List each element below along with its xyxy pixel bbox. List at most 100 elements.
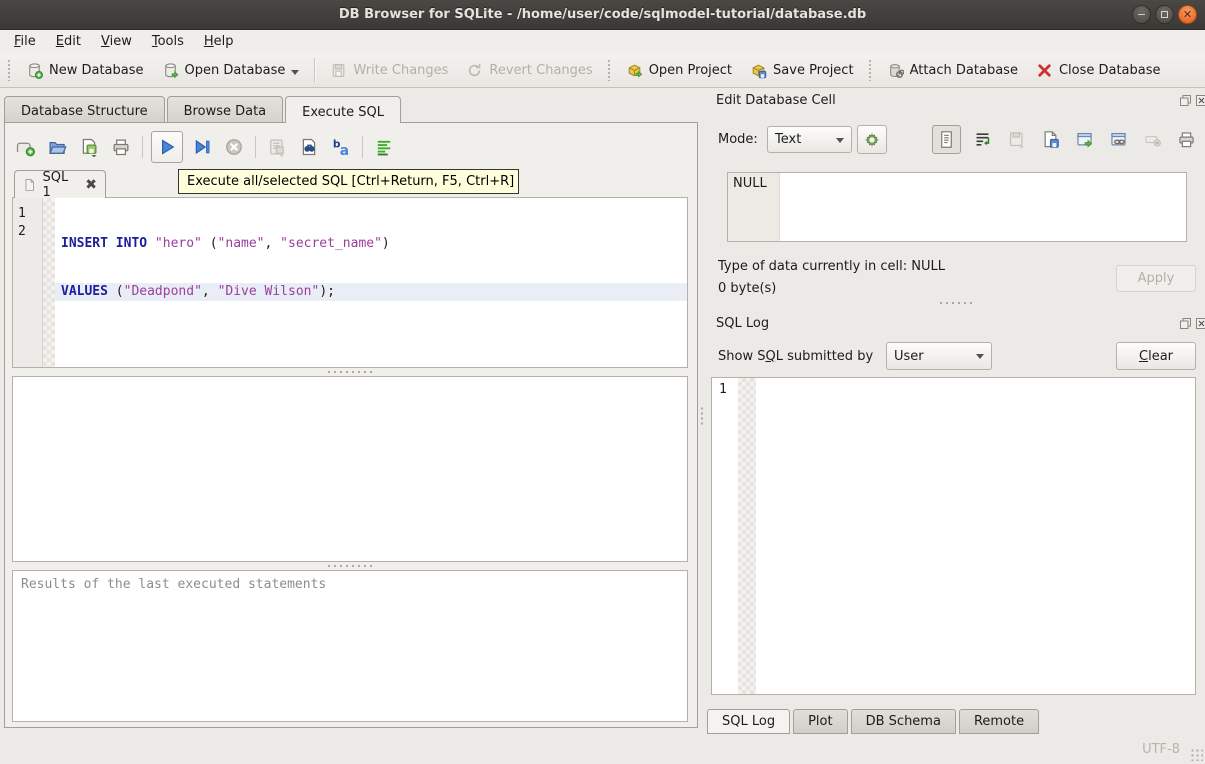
gear-icon xyxy=(863,131,881,149)
resize-grip[interactable] xyxy=(1190,748,1203,761)
menu-file[interactable]: File xyxy=(4,30,46,53)
label: elp xyxy=(214,34,234,49)
tab-browse-data[interactable]: Browse Data xyxy=(167,96,284,122)
print-cell-button[interactable] xyxy=(1174,127,1199,152)
sql-string: "name" xyxy=(218,236,265,251)
close-tab-icon[interactable]: ✖ xyxy=(85,177,97,193)
export-data-button[interactable] xyxy=(1072,127,1097,152)
label: H xyxy=(204,34,214,49)
cell-value-editor[interactable]: NULL xyxy=(727,172,1187,242)
import-data-button[interactable] xyxy=(1038,127,1063,152)
save-project-icon xyxy=(750,62,767,79)
save-results-icon xyxy=(267,137,287,157)
execute-all-button[interactable] xyxy=(151,131,183,163)
log-margin xyxy=(738,378,756,694)
mode-label: Mode: xyxy=(718,132,758,147)
dock-tab-plot[interactable]: Plot xyxy=(793,709,848,734)
execute-all-icon xyxy=(157,137,177,157)
code-area[interactable]: INSERT INTO "hero" ("name", "secret_name… xyxy=(55,198,687,367)
save-project-button[interactable]: Save Project xyxy=(743,58,861,83)
toolbar-handle[interactable] xyxy=(7,59,12,81)
close-button[interactable]: ✕ xyxy=(1178,5,1197,24)
window-title: DB Browser for SQLite - /home/user/code/… xyxy=(0,7,1205,22)
dock-tab-sql-log[interactable]: SQL Log xyxy=(707,709,790,734)
write-changes-icon xyxy=(330,62,347,79)
line-number-gutter: 1 2 xyxy=(13,198,43,367)
splitter-handle[interactable] xyxy=(938,301,972,305)
cell-editor-toolbar xyxy=(932,125,1199,154)
dock-tab-bar: SQL Log Plot DB Schema Remote xyxy=(707,709,1039,734)
word-wrap-button[interactable] xyxy=(970,127,995,152)
menu-tools[interactable]: Tools xyxy=(142,30,194,53)
dock-tab-remote[interactable]: Remote xyxy=(959,709,1039,734)
sql-document-tab[interactable]: SQL 1 ✖ xyxy=(14,170,106,198)
new-database-button[interactable]: New Database xyxy=(19,58,151,83)
save-as-button xyxy=(1004,127,1029,152)
menubar: File Edit View Tools Help xyxy=(0,30,1205,53)
format-icon xyxy=(374,137,394,157)
sql-editor[interactable]: 1 2 INSERT INTO "hero" ("name", "secret_… xyxy=(12,197,688,368)
sql-text: , xyxy=(265,236,281,251)
log-content[interactable] xyxy=(756,378,1195,694)
print-icon xyxy=(111,137,131,157)
format-sql-button[interactable] xyxy=(371,134,397,160)
sql-string: "Dive Wilson" xyxy=(218,284,320,299)
toolbar-handle[interactable] xyxy=(607,59,612,81)
toolbar-handle[interactable] xyxy=(868,59,873,81)
open-project-button[interactable]: Open Project xyxy=(619,58,739,83)
execute-line-button[interactable] xyxy=(189,134,215,160)
attach-database-button[interactable]: Attach Database xyxy=(880,58,1025,83)
dock-tab-db-schema[interactable]: DB Schema xyxy=(851,709,956,734)
maximize-button[interactable] xyxy=(1155,5,1174,24)
save-sql-file-button[interactable] xyxy=(76,134,102,160)
vertical-splitter-handle[interactable] xyxy=(700,406,704,426)
titlebar: DB Browser for SQLite - /home/user/code/… xyxy=(0,0,1205,30)
label: Plot xyxy=(808,714,833,729)
text-mode-button[interactable] xyxy=(932,125,961,154)
open-database-dropdown-icon[interactable] xyxy=(291,70,299,79)
label: L submitted by xyxy=(776,349,873,364)
clear-log-button[interactable]: Clear xyxy=(1116,342,1196,370)
mode-select[interactable]: Text xyxy=(767,126,852,153)
new-sql-tab-button[interactable] xyxy=(12,134,38,160)
close-dock-button[interactable] xyxy=(1195,94,1205,107)
minimize-button[interactable]: − xyxy=(1132,5,1151,24)
float-dock-button[interactable] xyxy=(1179,94,1192,107)
open-sql-file-button[interactable] xyxy=(44,134,70,160)
apply-settings-button[interactable] xyxy=(857,125,887,154)
results-message-pane[interactable]: Results of the last executed statements xyxy=(12,570,688,722)
tab-database-structure[interactable]: Database Structure xyxy=(4,96,165,122)
open-database-button[interactable]: Open Database xyxy=(155,57,307,83)
chevron-down-icon xyxy=(976,354,984,363)
menu-edit[interactable]: Edit xyxy=(46,30,91,53)
label: Remote xyxy=(974,714,1024,729)
splitter-handle[interactable] xyxy=(326,370,372,374)
sql-text: ( xyxy=(108,284,124,299)
splitter-handle[interactable] xyxy=(326,564,372,568)
label: Open Project xyxy=(649,63,732,78)
open-in-external-button[interactable] xyxy=(1106,127,1131,152)
main-tab-bar: Database Structure Browse Data Execute S… xyxy=(4,96,403,122)
revert-changes-icon xyxy=(466,62,483,79)
replace-button[interactable]: ba xyxy=(328,134,354,160)
results-grid-pane[interactable] xyxy=(12,376,688,562)
menu-view[interactable]: View xyxy=(91,30,142,53)
cell-content-area[interactable] xyxy=(780,173,1186,241)
close-database-button[interactable]: Close Database xyxy=(1029,58,1168,83)
close-dock-button[interactable] xyxy=(1195,317,1205,330)
menu-help[interactable]: Help xyxy=(194,30,244,53)
line-number: 2 xyxy=(13,223,42,241)
print-icon xyxy=(1177,130,1196,149)
float-dock-button[interactable] xyxy=(1179,317,1192,330)
cell-size-info: 0 byte(s) xyxy=(718,281,776,296)
log-line-number: 1 xyxy=(712,378,738,694)
close-database-icon xyxy=(1036,62,1053,79)
tab-execute-sql[interactable]: Execute SQL xyxy=(285,96,401,123)
toolbar-separator xyxy=(314,58,315,82)
stop-button xyxy=(221,134,247,160)
sql-text xyxy=(147,236,155,251)
print-sql-button[interactable] xyxy=(108,134,134,160)
log-filter-select[interactable]: User xyxy=(886,342,992,370)
find-button[interactable] xyxy=(296,134,322,160)
sql-log-area[interactable]: 1 xyxy=(711,377,1196,695)
